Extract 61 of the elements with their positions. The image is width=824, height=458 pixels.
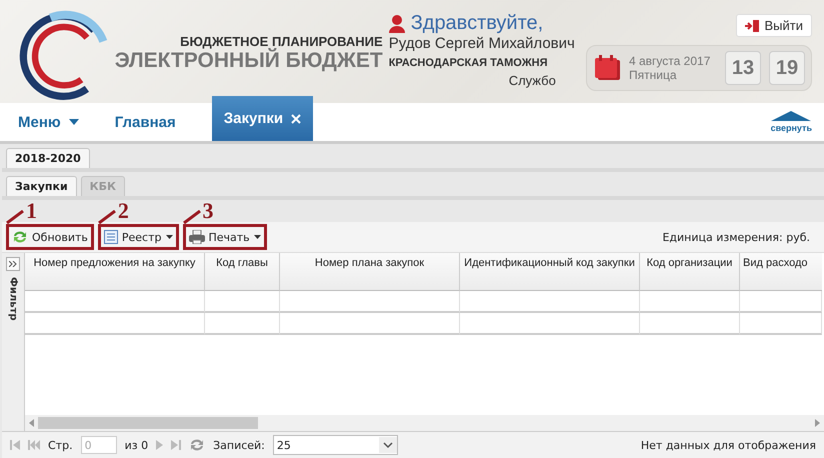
caret-icon xyxy=(68,119,79,125)
table-icon xyxy=(104,230,118,244)
clock-minutes: 19 xyxy=(769,51,805,85)
column-header[interactable]: Код организации xyxy=(640,253,740,291)
leader-line xyxy=(6,210,24,224)
filter-label: Фильтр xyxy=(8,277,18,321)
column-header[interactable]: Вид расходо xyxy=(740,253,822,291)
page-label: Стр. xyxy=(48,438,73,452)
nav-tab[interactable]: Закупки xyxy=(212,96,314,141)
greeting-text: Здравствуйте, xyxy=(410,12,544,35)
clock-hours: 13 xyxy=(725,51,761,85)
year-tab[interactable]: 2018-2020 xyxy=(6,148,90,168)
callout-number: 2 xyxy=(118,200,129,222)
user-icon xyxy=(388,14,405,32)
expand-button[interactable] xyxy=(6,257,20,271)
next-page-icon[interactable] xyxy=(156,440,164,450)
user-name: Рудов Сергей Михайлович xyxy=(388,35,576,52)
department-text: Службо xyxy=(508,73,557,88)
leader-line xyxy=(98,210,116,224)
up-triangle-icon xyxy=(771,111,812,121)
section-tab[interactable]: Закупки xyxy=(6,176,77,196)
printer-icon xyxy=(188,230,204,244)
column-header[interactable]: Идентификационный код закупки xyxy=(460,253,640,291)
nav-link[interactable]: Главная xyxy=(114,103,212,141)
records-label: Записей: xyxy=(213,438,265,452)
calendar-icon xyxy=(595,55,621,81)
column-header[interactable]: Номер предложения на закупку xyxy=(25,253,205,291)
close-icon xyxy=(291,114,302,124)
double-chevron-icon xyxy=(9,261,17,267)
records-select[interactable]: 25 xyxy=(272,435,398,455)
caret-icon xyxy=(166,235,172,239)
caret-icon xyxy=(254,235,261,239)
status-text: Нет данных для отображения xyxy=(640,438,816,452)
app-subtitle: БЮДЖЕТНОЕ ПЛАНИРОВАНИЕ xyxy=(180,34,383,49)
callout-number: 3 xyxy=(202,200,214,222)
right-arrow-icon xyxy=(815,419,820,427)
toolbar-button[interactable]: Реестр xyxy=(98,224,178,250)
toolbar-button[interactable]: Обновить xyxy=(6,224,94,250)
previous-page-icon[interactable] xyxy=(28,440,40,450)
weekday-text: Пятница xyxy=(629,68,678,82)
logout-button[interactable]: Выйти xyxy=(736,14,812,37)
menu-button[interactable]: Меню xyxy=(18,103,115,141)
first-page-icon[interactable] xyxy=(10,440,20,450)
column-header[interactable]: Код главы xyxy=(205,253,280,291)
leader-line xyxy=(182,210,200,224)
chevron-down-icon xyxy=(378,437,397,453)
last-page-icon[interactable] xyxy=(171,440,182,450)
horizontal-scrollbar[interactable] xyxy=(25,415,824,431)
date-text: 4 августа 2017 xyxy=(629,54,712,68)
organization-name: КРАСНОДАРСКАЯ ТАМОЖНЯ xyxy=(388,57,548,69)
toolbar-button[interactable]: Печать xyxy=(182,224,267,250)
left-arrow-icon xyxy=(29,419,34,427)
exit-icon xyxy=(744,20,758,32)
refresh-icon[interactable] xyxy=(189,438,206,452)
column-header[interactable]: Номер плана закупок xyxy=(280,253,460,291)
refresh-icon xyxy=(12,230,28,244)
collapse-button[interactable]: свернуть xyxy=(770,103,812,141)
page-count: из 0 xyxy=(124,438,148,452)
callout-number: 1 xyxy=(26,200,37,222)
unit-label: Единица измерения: руб. xyxy=(662,230,810,244)
app-title: ЭЛЕКТРОННЫЙ БЮДЖЕТ xyxy=(114,49,383,73)
